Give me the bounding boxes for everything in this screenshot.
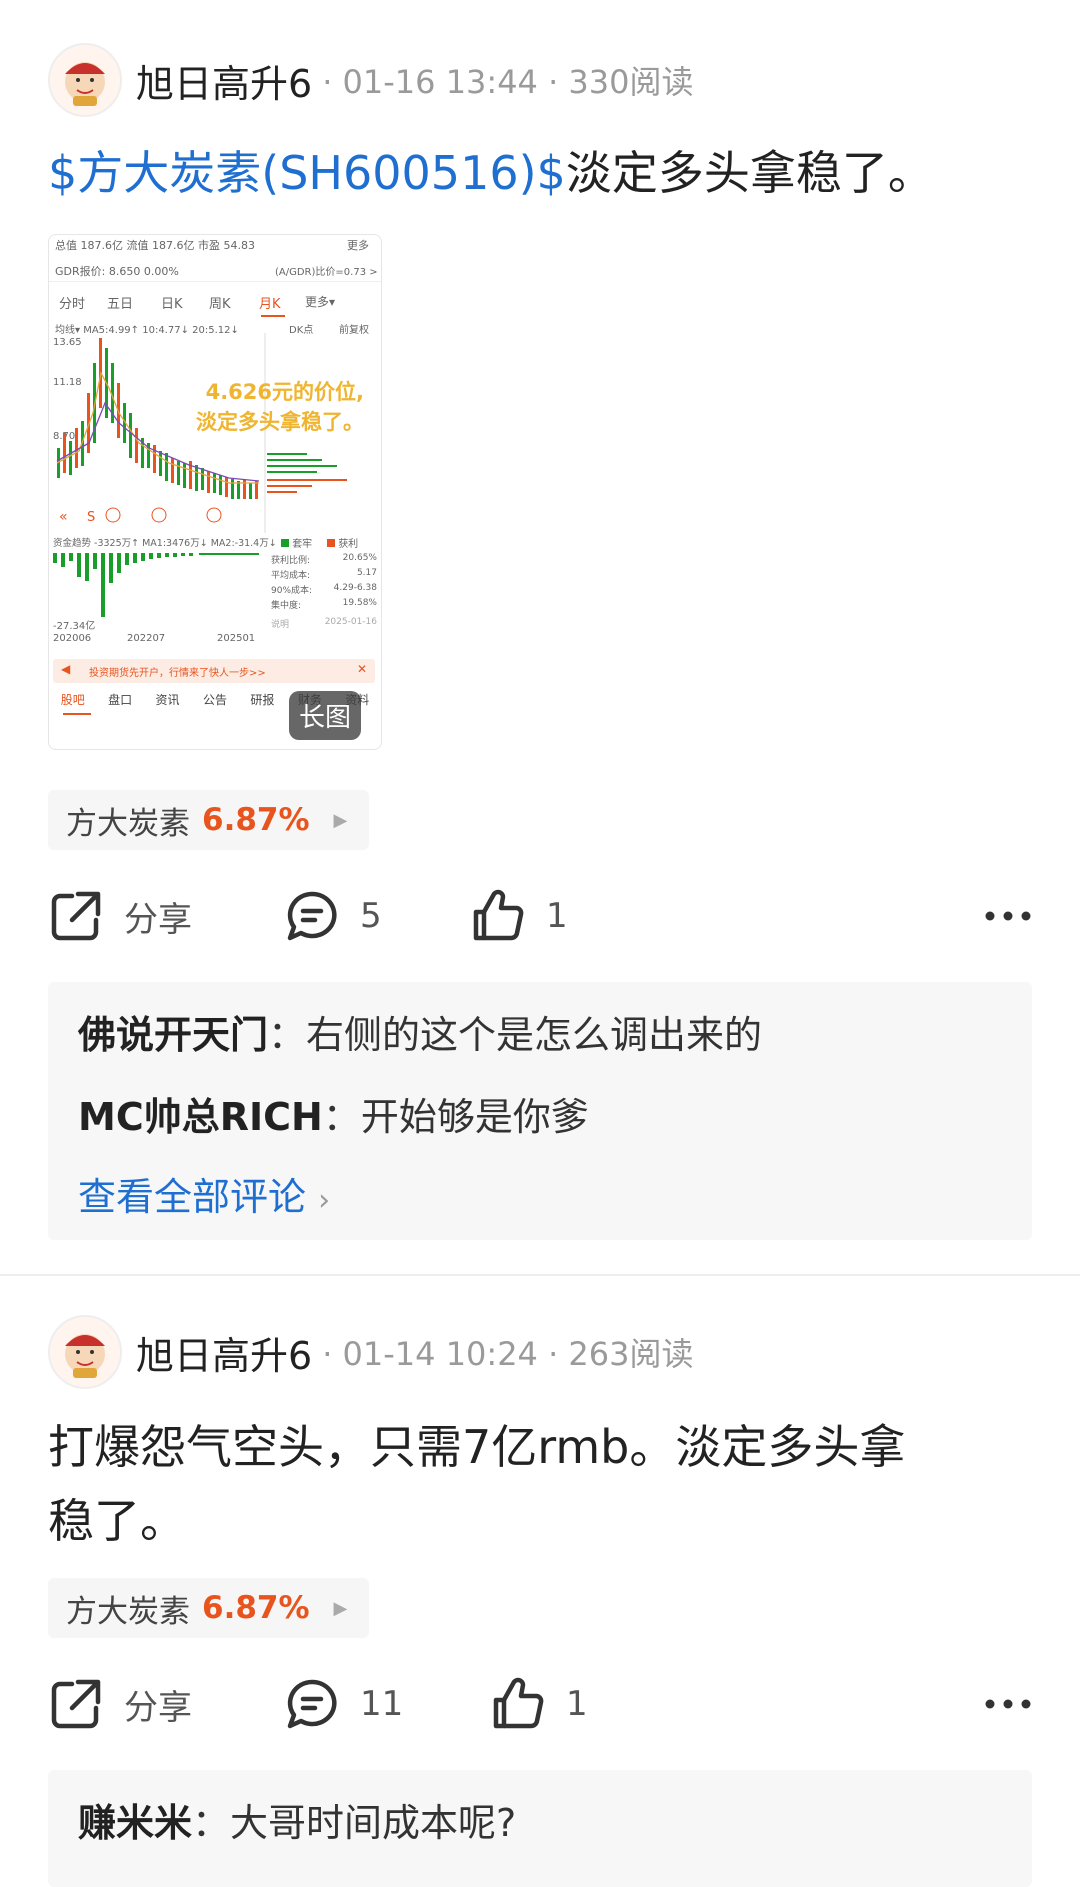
author-avatar[interactable] [48, 43, 122, 117]
post-header: 旭日高升6 · 01-16 13:44 · 330阅读 [48, 38, 694, 122]
image-header-more: 更多 [347, 239, 369, 252]
view-all-comments-link[interactable]: 查看全部评论 › [78, 1166, 330, 1221]
like-button[interactable]: 1 [470, 888, 620, 944]
chevron-right-icon: › [318, 1183, 331, 1218]
like-count: 1 [566, 1684, 588, 1724]
author-avatar[interactable] [48, 1315, 122, 1389]
stock-tag-change: 6.87% [202, 802, 310, 838]
chevron-right-icon: ▶ [333, 809, 348, 831]
post-body-line-2: 稳了。 [48, 1494, 186, 1548]
post-image[interactable]: 总值 187.6亿 流值 187.6亿 市盈 54.83 更多 GDR报价: 8… [48, 234, 382, 750]
share-icon [51, 891, 101, 941]
comment-button[interactable]: 5 [284, 888, 470, 944]
comment-preview-box: 佛说开天门：右侧的这个是怎么调出来的 MC帅总RICH：开始够是你爹 查看全部评… [48, 982, 1032, 1240]
comment-item[interactable]: MC帅总RICH：开始够是你爹 [78, 1086, 589, 1141]
post-text: 打爆怨气空头，只需7亿rmb。淡定多头拿 稳了。 [48, 1410, 1038, 1558]
comment-author[interactable]: 赚米米 [78, 1801, 192, 1845]
chart-tool-icons: « S [59, 507, 222, 525]
author-name[interactable]: 旭日高升6 [136, 1325, 312, 1380]
post-actions: 分享 5 1 [48, 876, 1032, 956]
post-divider [0, 1274, 1080, 1276]
more-options-button[interactable] [984, 876, 1032, 956]
stock-link[interactable]: $方大炭素(SH600516)$ [48, 146, 566, 200]
post-meta: · 01-14 10:24 · 263阅读 [322, 1335, 694, 1373]
long-image-badge: 长图 [289, 691, 362, 740]
comment-icon [287, 891, 337, 941]
comment-item[interactable]: 赚米米：大哥时间成本呢? [78, 1792, 516, 1847]
share-button[interactable]: 分享 [48, 888, 284, 944]
image-legend-huoli: 获利 [327, 535, 358, 550]
overlay-line-2: 淡定多头拿稳了。 [196, 410, 364, 434]
image-gdr: GDR报价: 8.650 0.00% [55, 265, 179, 278]
avatar-icon [65, 1334, 105, 1378]
comment-author[interactable]: 佛说开天门 [78, 1013, 268, 1057]
post-text: $方大炭素(SH600516)$淡定多头拿稳了。 [48, 136, 1038, 210]
comment-icon [287, 1679, 337, 1729]
chevron-right-icon: ▶ [333, 1597, 348, 1619]
image-fund-low: -27.34亿 [53, 621, 96, 632]
like-count: 1 [546, 896, 568, 936]
more-dots-icon [985, 911, 1031, 921]
share-label: 分享 [124, 1687, 192, 1728]
image-tab-rik: 日K [161, 297, 183, 312]
comment-text: 右侧的这个是怎么调出来的 [306, 1013, 763, 1057]
svg-text:«: « [59, 509, 68, 525]
comment-text: 开始够是你爹 [360, 1095, 589, 1139]
stock-tag-name: 方大炭素 [66, 805, 190, 842]
image-xtick-3: 202501 [217, 633, 256, 644]
comment-text: 大哥时间成本呢? [230, 1801, 517, 1845]
share-label: 分享 [124, 899, 192, 940]
image-legend-taolao: 套牢 [281, 535, 312, 550]
svg-text:S: S [87, 510, 95, 525]
comment-preview-box: 赚米米：大哥时间成本呢? [48, 1770, 1032, 1887]
comment-count: 5 [360, 896, 382, 936]
author-name[interactable]: 旭日高升6 [136, 53, 312, 108]
image-xtick-1: 202006 [53, 633, 92, 644]
volume-profile [267, 453, 347, 493]
image-xtick-2: 202207 [127, 633, 166, 644]
view-all-label: 查看全部评论 [78, 1175, 307, 1219]
like-button[interactable]: 1 [490, 1676, 640, 1732]
image-tab-yuek: 月K [259, 297, 281, 312]
stock-tag[interactable]: 方大炭素 6.87% ▶ [48, 1578, 370, 1638]
image-ad-bar: ◀ 投资期货先开户，行情来了快人一步>> ✕ [53, 659, 375, 683]
post-actions: 分享 11 1 [48, 1664, 1032, 1744]
image-header-stats: 总值 187.6亿 流值 187.6亿 市盈 54.83 [55, 239, 255, 252]
stock-tag-name: 方大炭素 [66, 1593, 190, 1630]
comment-author[interactable]: MC帅总RICH [78, 1095, 323, 1139]
comment-count: 11 [360, 1684, 404, 1724]
comment-button[interactable]: 11 [284, 1676, 490, 1732]
overlay-line-1: 4.626元的价位, [205, 380, 364, 404]
post-meta: · 01-16 13:44 · 330阅读 [322, 63, 694, 101]
image-tab-fenshi: 分时 [59, 297, 86, 312]
share-button[interactable]: 分享 [48, 1676, 284, 1732]
post-body: 淡定多头拿稳了。 [565, 146, 934, 200]
more-dots-icon [985, 1699, 1031, 1709]
thumbs-up-icon [473, 889, 524, 941]
post-body-line-1: 打爆怨气空头，只需7亿rmb。淡定多头拿 [48, 1420, 906, 1474]
share-icon [51, 1679, 101, 1729]
fund-flow-chart [53, 553, 259, 617]
comment-item[interactable]: 佛说开天门：右侧的这个是怎么调出来的 [78, 1004, 762, 1059]
image-gdr-ratio: (A/GDR)比价=0.73 > [275, 267, 378, 278]
image-tab-zhouk: 周K [209, 297, 231, 312]
stock-tag[interactable]: 方大炭素 6.87% ▶ [48, 790, 370, 850]
avatar-icon [65, 62, 105, 106]
thumbs-up-icon [493, 1677, 544, 1729]
more-options-button[interactable] [984, 1664, 1032, 1744]
post-header: 旭日高升6 · 01-14 10:24 · 263阅读 [48, 1310, 694, 1394]
image-tab-wuri: 五日 [107, 297, 134, 312]
image-tab-more: 更多▾ [305, 295, 336, 309]
image-overlay-text: 4.626元的价位, 淡定多头拿稳了。 [159, 377, 364, 437]
image-stats: 获利比例: 20.65% 平均成本: 5.17 90%成本: 4.29-6.38 集中… [271, 553, 377, 630]
stock-tag-change: 6.87% [202, 1590, 310, 1626]
